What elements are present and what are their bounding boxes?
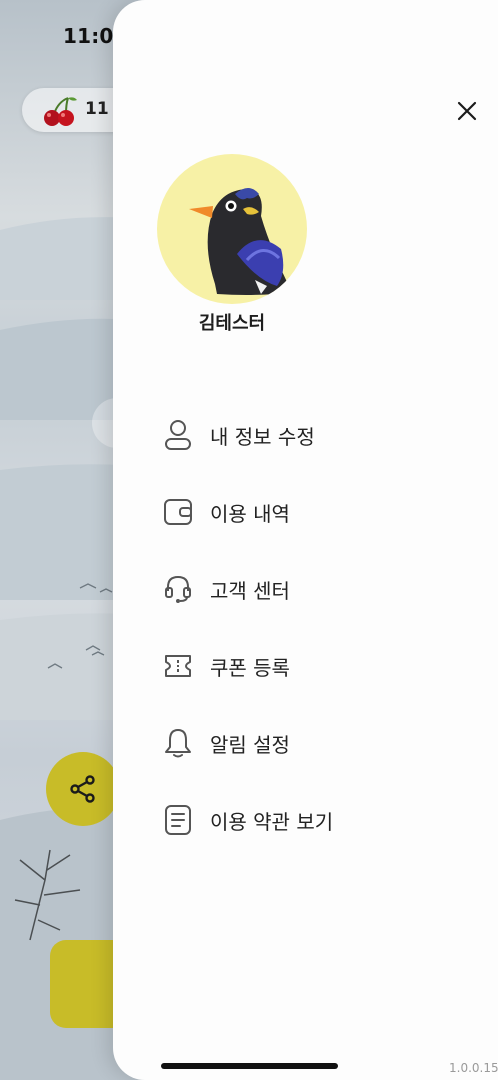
share-icon <box>70 775 95 803</box>
close-button[interactable] <box>451 95 483 127</box>
menu-label: 이용 약관 보기 <box>210 809 334 834</box>
menu-label: 이용 내역 <box>210 501 290 526</box>
menu-notification-settings[interactable]: 알림 설정 <box>163 721 463 765</box>
headset-icon <box>163 574 193 604</box>
menu-edit-profile[interactable]: 내 정보 수정 <box>163 413 463 457</box>
cherry-count: 11 <box>85 99 109 119</box>
bird-avatar-image <box>189 188 287 295</box>
menu-label: 고객 센터 <box>210 578 290 603</box>
close-icon <box>457 101 477 121</box>
menu-label: 알림 설정 <box>210 732 290 757</box>
ticket-icon <box>163 651 193 681</box>
user-icon <box>163 420 193 450</box>
avatar[interactable] <box>157 154 307 304</box>
menu-label: 쿠폰 등록 <box>210 655 290 680</box>
cherry-icon <box>44 97 77 126</box>
wallet-icon <box>163 497 193 527</box>
side-drawer: 김테스터 내 정보 수정 이용 내역 고객 센터 쿠폰 등록 알림 설정 이용 … <box>113 0 498 1080</box>
share-button[interactable] <box>46 752 120 826</box>
app-version: 1.0.0.15 <box>449 1061 498 1075</box>
menu-label: 내 정보 수정 <box>210 424 315 449</box>
menu-terms-of-use[interactable]: 이용 약관 보기 <box>163 798 463 842</box>
menu-usage-history[interactable]: 이용 내역 <box>163 490 463 534</box>
home-indicator <box>161 1063 338 1069</box>
bell-icon <box>163 728 193 758</box>
menu-customer-center[interactable]: 고객 센터 <box>163 567 463 611</box>
document-icon <box>163 805 193 835</box>
menu-coupon-register[interactable]: 쿠폰 등록 <box>163 644 463 688</box>
user-name: 김테스터 <box>198 313 266 334</box>
